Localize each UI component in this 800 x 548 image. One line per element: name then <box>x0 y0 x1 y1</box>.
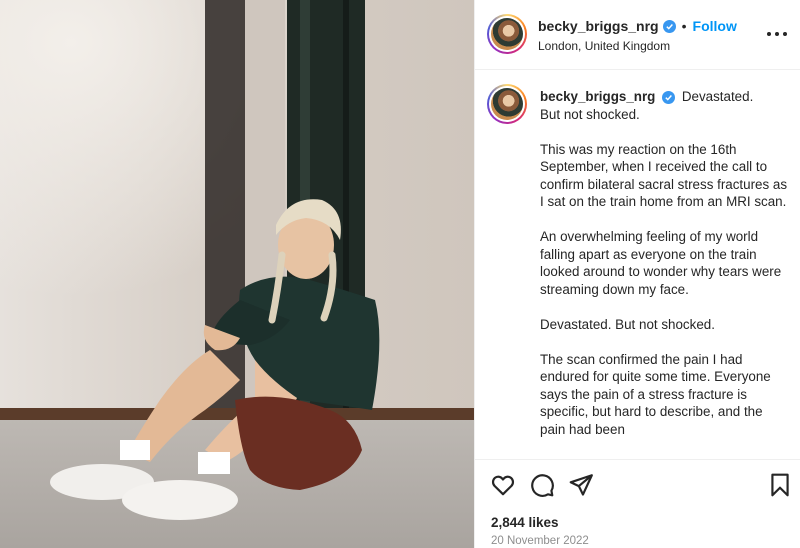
caption-paragraph: The scan confirmed the pain I had endure… <box>540 351 771 437</box>
likes-count[interactable]: 2,844 likes <box>491 515 559 530</box>
caption-paragraph: An overwhelming feeling of my world fall… <box>540 229 782 297</box>
post-image[interactable] <box>0 0 474 548</box>
header-username-row: becky_briggs_nrg • Follow <box>538 18 737 34</box>
caption-avatar[interactable] <box>487 84 527 124</box>
verified-badge-icon <box>662 91 676 104</box>
caption-area: becky_briggs_nrg Devastated. But not sho… <box>475 71 800 459</box>
post-photo <box>0 0 474 548</box>
username-link[interactable]: becky_briggs_nrg <box>538 18 659 34</box>
caption-paragraph: But not shocked. <box>540 106 640 122</box>
comment-icon[interactable] <box>529 472 555 498</box>
caption-text: becky_briggs_nrg Devastated. But not sho… <box>540 88 790 456</box>
bookmark-icon[interactable] <box>767 472 793 498</box>
avatar[interactable] <box>487 14 527 54</box>
send-icon[interactable] <box>568 472 594 498</box>
caption-username[interactable]: becky_briggs_nrg <box>540 89 655 104</box>
location-link[interactable]: London, United Kingdom <box>538 39 670 53</box>
post-actions: 2,844 likes 20 November 2022 <box>475 459 800 548</box>
heart-icon[interactable] <box>490 472 516 498</box>
verified-badge-icon <box>662 19 676 33</box>
caption-first-line: Devastated. <box>681 89 754 104</box>
post-header: becky_briggs_nrg • Follow London, United… <box>475 0 800 70</box>
post-side-panel: becky_briggs_nrg • Follow London, United… <box>474 0 800 548</box>
caption-paragraph: Devastated. But not shocked. <box>540 316 715 332</box>
post-date: 20 November 2022 <box>491 535 589 547</box>
caption-paragraph: This was my reaction on the 16th Septemb… <box>540 141 788 210</box>
caption-first-paragraph: becky_briggs_nrg Devastated. But not sho… <box>540 88 790 123</box>
more-options-icon[interactable] <box>767 26 787 42</box>
separator-dot: • <box>681 18 687 34</box>
follow-button[interactable]: Follow <box>693 18 737 34</box>
